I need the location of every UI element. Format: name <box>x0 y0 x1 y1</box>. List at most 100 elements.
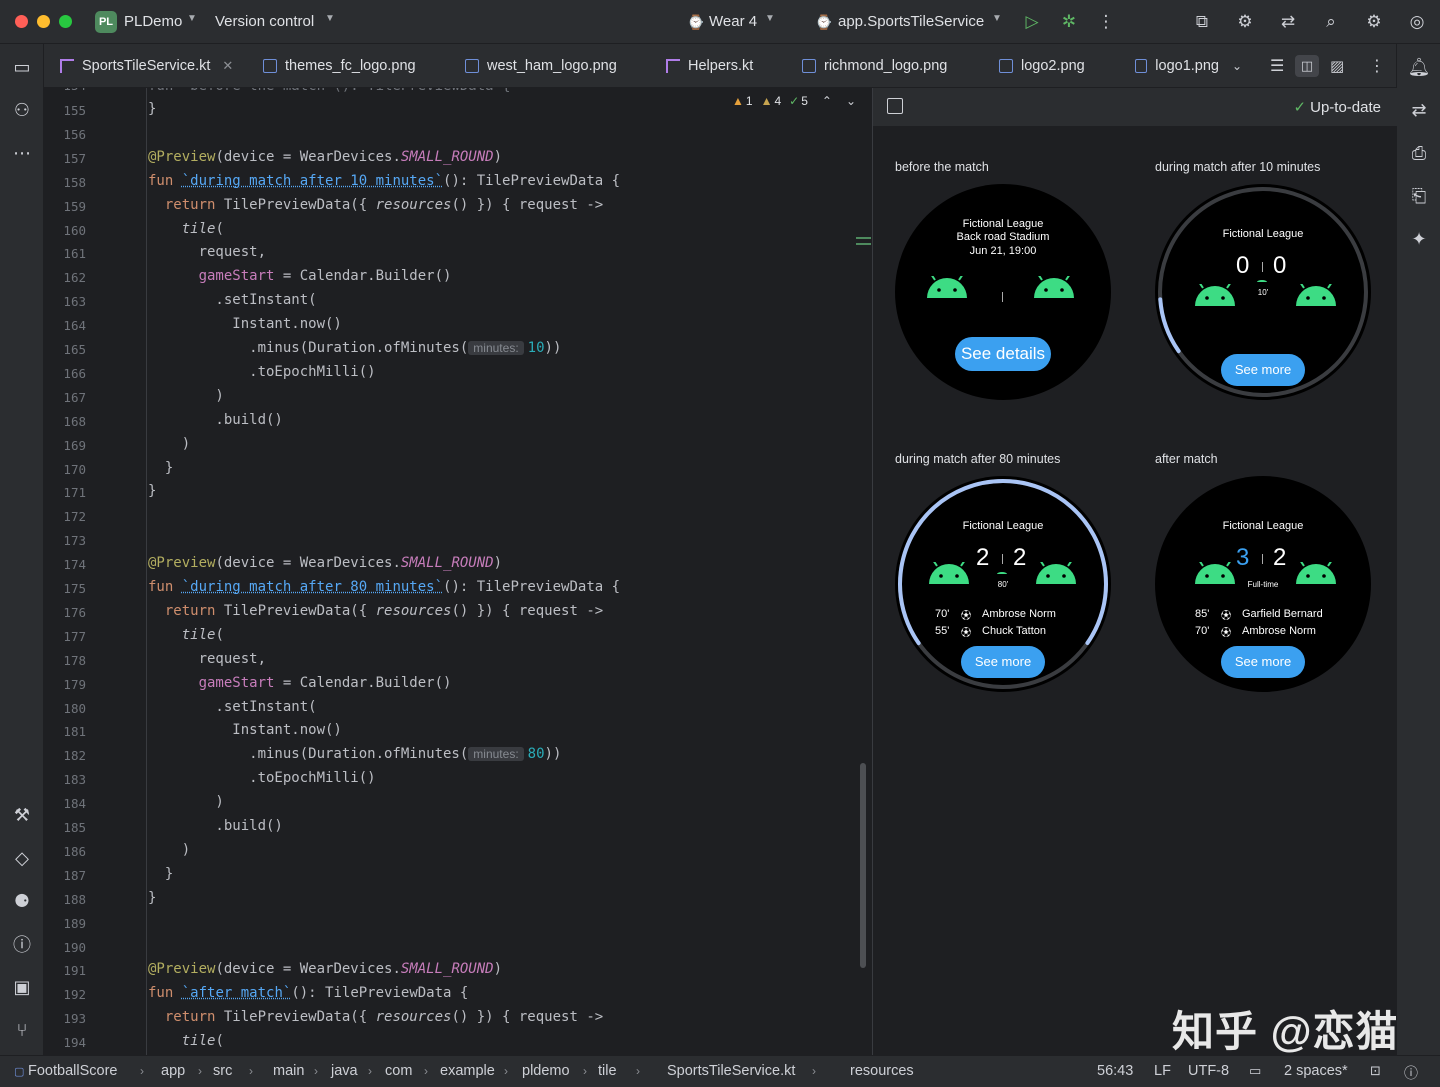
breadcrumb-chevron-icon: › <box>249 1064 253 1078</box>
tile-before-match[interactable]: Fictional League Back road Stadium Jun 2… <box>895 184 1111 400</box>
lock-icon[interactable]: ⊡ <box>1370 1063 1381 1079</box>
vcs-menu[interactable]: Version control <box>215 13 314 30</box>
gemini-icon[interactable]: ⇄ <box>1276 10 1300 34</box>
tab-more-icon[interactable]: ⋮ <box>1369 44 1385 88</box>
logcat-icon[interactable]: ⚈ <box>10 889 34 913</box>
device-file-icon[interactable]: ⎙ <box>1407 141 1431 165</box>
error-count: 1 <box>745 94 753 108</box>
check-icon: ✓ <box>789 94 800 108</box>
code-line: ) <box>148 794 224 811</box>
design-view-icon[interactable]: ▨ <box>1330 44 1344 88</box>
line-number: 184 <box>63 796 86 812</box>
split-view-icon[interactable]: ◫ <box>1295 44 1319 88</box>
line-number: 175 <box>63 581 86 596</box>
chevron-down-icon: ▼ <box>992 13 1002 24</box>
tab-sportstileservice[interactable]: SportsTileService.kt ✕ <box>60 44 233 88</box>
line-number: 172 <box>63 509 86 525</box>
readonly-toggle-icon[interactable]: ▭ <box>1249 1063 1261 1079</box>
breadcrumb-item[interactable]: resources <box>850 1063 914 1079</box>
breadcrumb-item[interactable]: java <box>331 1063 358 1079</box>
more-tools-icon[interactable]: ⋯ <box>10 141 34 165</box>
tab-logo2[interactable]: logo2.png <box>999 44 1085 88</box>
code-line: tile( <box>181 220 224 237</box>
close-tab-icon[interactable]: ✕ <box>222 58 233 74</box>
see-more-button[interactable]: See more <box>1221 646 1305 678</box>
notifications-bell-icon[interactable]: 🔔︎ <box>1407 55 1431 79</box>
breadcrumb-item[interactable]: example <box>440 1063 495 1079</box>
search-icon[interactable]: ⌕ <box>1319 10 1343 34</box>
device-selector[interactable]: Wear 4 <box>709 13 757 30</box>
breadcrumb-item[interactable]: app <box>161 1063 185 1079</box>
account-icon[interactable]: ◎ <box>1405 10 1429 34</box>
breadcrumb-item[interactable]: main <box>273 1063 304 1079</box>
gradle-gem-icon[interactable]: ◇ <box>10 846 34 870</box>
resource-manager-icon[interactable]: ⚇ <box>10 98 34 122</box>
see-details-button[interactable]: See details <box>955 337 1051 371</box>
tile-during-80[interactable]: Fictional League 2 2 80' 70' ⚽︎ Ambrose … <box>895 476 1111 692</box>
caret-position[interactable]: 56:43 <box>1097 1063 1133 1079</box>
device-manager-icon[interactable]: ⧉ <box>1190 10 1214 34</box>
tab-label: Helpers.kt <box>688 58 754 74</box>
line-number: 186 <box>63 843 86 859</box>
home-score: 2 <box>976 544 990 571</box>
code-line: @Preview(device = WearDevices.SMALL_ROUN… <box>148 555 503 572</box>
close-window-button[interactable] <box>15 15 28 28</box>
project-badge[interactable]: PL <box>95 11 117 33</box>
line-number: 178 <box>63 652 86 668</box>
tab-themes-fc-logo[interactable]: themes_fc_logo.png <box>263 44 416 88</box>
line-number: 192 <box>63 987 86 1003</box>
tab-west-ham-logo[interactable]: west_ham_logo.png <box>465 44 617 88</box>
run-config-selector[interactable]: app.SportsTileService <box>838 13 984 30</box>
minimize-window-button[interactable] <box>37 15 50 28</box>
tab-overflow-chevron-icon[interactable]: ⌄ <box>1232 44 1242 88</box>
terminal-icon[interactable]: ▣ <box>10 975 34 999</box>
code-view-icon[interactable]: ☰ <box>1270 44 1284 88</box>
project-folder-icon[interactable]: ▭ <box>10 55 34 79</box>
build-icon[interactable]: ⚒ <box>10 803 34 827</box>
inspection-widget[interactable]: ▲ 1 ▲ 4 ✓ 5 ⌃ ⌄ <box>732 94 856 108</box>
editor-scrollbar[interactable] <box>860 763 866 968</box>
see-more-button[interactable]: See more <box>1221 354 1305 386</box>
problems-icon[interactable]: ⓘ <box>10 932 34 956</box>
indent-setting[interactable]: 2 spaces* <box>1284 1063 1348 1079</box>
zoom-window-button[interactable] <box>59 15 72 28</box>
see-more-button[interactable]: See more <box>961 646 1045 678</box>
project-name[interactable]: PLDemo <box>124 13 182 30</box>
status-text: Up-to-date <box>1310 99 1381 116</box>
line-separator[interactable]: LF <box>1154 1063 1171 1079</box>
line-number: 182 <box>63 748 86 764</box>
file-encoding[interactable]: UTF-8 <box>1188 1063 1229 1079</box>
breadcrumb-item[interactable]: tile <box>598 1063 617 1079</box>
run-icon[interactable]: ▷ <box>1020 10 1044 34</box>
debug-icon[interactable]: ✲ <box>1057 10 1081 34</box>
gemini-agent-icon[interactable]: ⇄ <box>1407 98 1431 122</box>
tab-logo1[interactable]: logo1.png <box>1135 44 1219 88</box>
breadcrumb-item[interactable]: pldemo <box>522 1063 570 1079</box>
tab-helpers[interactable]: Helpers.kt <box>666 44 753 88</box>
chevron-down-icon: ▼ <box>765 13 775 24</box>
more-actions-icon[interactable]: ⋮ <box>1094 10 1118 34</box>
preview-layout-icon[interactable] <box>887 98 903 114</box>
breadcrumb-item[interactable]: com <box>385 1063 412 1079</box>
code-editor[interactable]: 154 fun `before the match`(): TilePrevie… <box>44 88 872 1055</box>
image-file-icon <box>263 59 277 73</box>
code-line: fun `during match after 80 minutes`(): T… <box>148 579 621 595</box>
settings-gear-icon[interactable]: ⚙ <box>1362 10 1386 34</box>
tile-during-10[interactable]: Fictional League 0 0 10' See more <box>1155 184 1371 400</box>
away-score: 0 <box>1273 252 1287 279</box>
breadcrumb-item[interactable]: FootballScore <box>28 1063 117 1079</box>
git-branch-icon[interactable]: ⑂ <box>10 1018 34 1042</box>
match-status: Full-time <box>1247 580 1279 589</box>
app-inspection-icon[interactable]: ⚙ <box>1233 10 1257 34</box>
problems-status-icon[interactable]: ⓘ <box>1404 1063 1418 1083</box>
minute-indicator <box>997 572 1007 576</box>
previous-highlight-icon[interactable]: ⌃ <box>822 94 832 108</box>
tab-richmond-logo[interactable]: richmond_logo.png <box>802 44 947 88</box>
line-number: 169 <box>63 437 86 453</box>
breadcrumb-item[interactable]: src <box>213 1063 232 1079</box>
tile-after-match[interactable]: Fictional League 3 2 Full-time 85' ⚽︎ Ga… <box>1155 476 1371 692</box>
running-devices-icon[interactable]: ⎗ <box>1407 184 1431 208</box>
gemini-sparkle-icon[interactable]: ✦ <box>1407 227 1431 251</box>
next-highlight-icon[interactable]: ⌄ <box>846 94 856 108</box>
breadcrumb-item[interactable]: SportsTileService.kt <box>667 1063 795 1079</box>
